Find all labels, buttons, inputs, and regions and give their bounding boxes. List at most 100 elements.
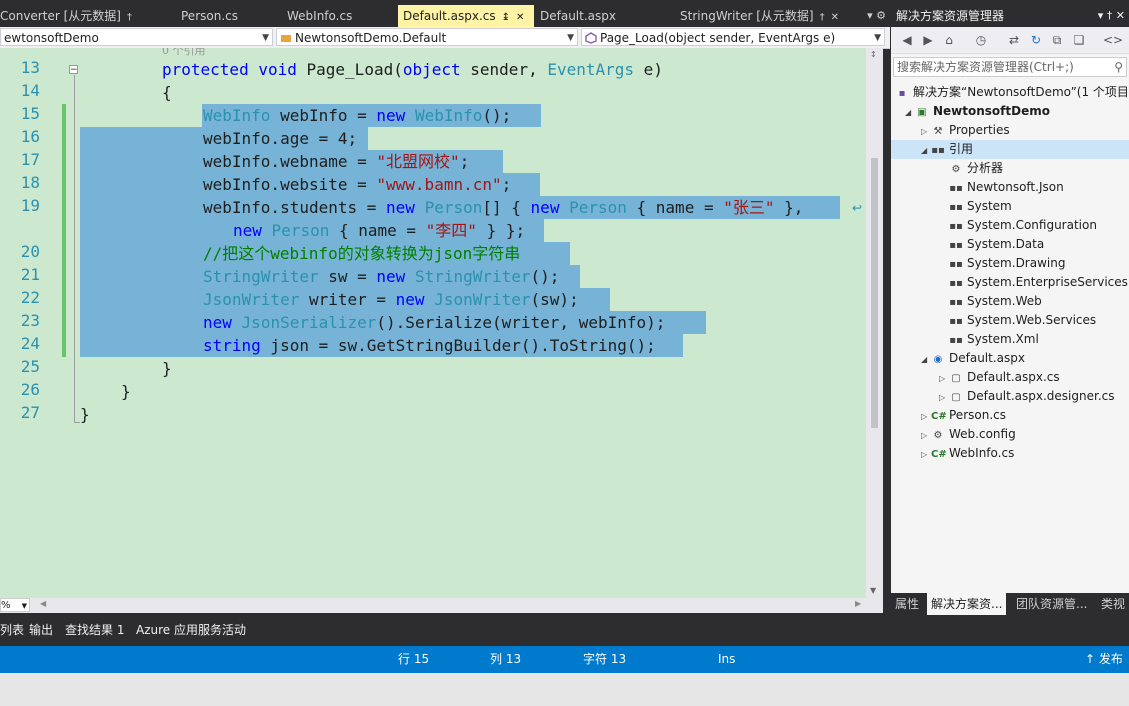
tab-solution-explorer[interactable]: 解决方案资... [927,593,1007,615]
tab-properties[interactable]: 属性 [891,593,923,615]
reference-count[interactable]: 0 个引用 [162,48,206,58]
expanded-arrow-icon[interactable]: ◢ [921,141,931,160]
class-dropdown[interactable]: NewtonsoftDemo.Default ▼ [276,28,578,46]
tree-item-default-designer[interactable]: ▷ ▢ Default.aspx.designer.cs [939,387,1115,406]
project-icon: ▣ [917,107,927,118]
solution-search-input[interactable]: 搜索解决方案资源管理器(Ctrl+;) ⚲ [893,57,1127,77]
type-name: JsonWriter [434,290,531,309]
tree-item-reference[interactable]: ▪▪ System.Data [949,235,1044,254]
expanded-arrow-icon[interactable]: ◢ [905,103,915,122]
split-icon[interactable]: ↕ [870,50,877,59]
tree-item-reference[interactable]: ▪▪ System.Configuration [949,216,1097,235]
show-all-files-icon[interactable]: ❏ [1071,32,1087,48]
pin-icon[interactable]: † [820,12,825,23]
close-icon[interactable]: ✕ [516,12,524,23]
tree-item-project[interactable]: ◢ ▣ NewtonsoftDemo [905,102,1050,121]
status-bar: 行 15 列 13 字符 13 Ins ↑ 发布 [0,646,1129,673]
sync-icon[interactable]: ⇄ [1006,32,1022,48]
collapse-icon[interactable]: − [69,65,78,75]
type-name: StringWriter [414,267,531,286]
tree-item-default-aspx[interactable]: ◢ ◉ Default.aspx [921,349,1025,368]
status-char: 字符 13 [583,652,627,666]
tree-item-reference[interactable]: ▪▪ System.Xml [949,330,1039,349]
reference-icon: ▪▪ [949,202,963,213]
collapsed-arrow-icon[interactable]: ▷ [921,426,931,445]
tab-class-view[interactable]: 类视 [1097,593,1129,615]
close-icon[interactable]: ✕ [831,12,839,23]
expanded-arrow-icon[interactable]: ◢ [921,350,931,369]
document-tab-strip: Converter [从元数据] † Person.cs WebInfo.cs D… [0,5,890,27]
vertical-scrollbar[interactable]: ↕ ▼ [866,48,883,598]
collapsed-arrow-icon[interactable]: ▷ [939,369,949,388]
pin-icon[interactable]: ↨ [502,12,510,23]
horizontal-scrollbar[interactable]: % ▼ ◀ ▶ [0,598,883,613]
web-file-icon: ◉ [933,354,943,365]
code-editor[interactable]: 0 个引用 − 13 14 15 16 17 18 19 20 21 22 23… [0,48,866,598]
tree-item-reference[interactable]: ▪▪ System [949,197,1012,216]
code-text: webInfo.webname = [203,152,377,171]
collapse-all-icon[interactable]: ⧉ [1049,32,1065,48]
refresh-icon[interactable]: ↻ [1028,32,1044,48]
tab-overflow-icon[interactable]: ▾ ⚙ [867,5,886,27]
zoom-dropdown[interactable]: % ▼ [0,598,30,612]
tree-item-references[interactable]: ◢ ▪▪ 引用 [891,140,1129,159]
scroll-left-icon[interactable]: ◀ [40,599,46,608]
tree-item-label: System.Configuration [967,218,1097,232]
reference-icon: ▪▪ [949,221,963,232]
tree-item-solution[interactable]: ▪ 解决方案“NewtonsoftDemo”(1 个项目 [895,83,1129,102]
tree-item-reference[interactable]: ▪▪ System.Drawing [949,254,1065,273]
panel-controls[interactable]: ▾ † ✕ [1098,5,1125,27]
code-text: { name = [626,198,724,217]
tree-item-web-config[interactable]: ▷ ⚙ Web.config [921,425,1016,444]
tab-team-explorer[interactable]: 团队资源管... [1012,593,1091,615]
tree-item-properties[interactable]: ▷ ⚒ Properties [921,121,1010,140]
keyword: new [376,106,406,125]
line-number: 21 [20,265,40,284]
method-name: Page_Load( [306,60,403,79]
tree-item-reference[interactable]: ▪▪ System.Web.Services [949,311,1096,330]
tree-item-webinfo-cs[interactable]: ▷ C# WebInfo.cs [921,444,1014,463]
scroll-down-icon[interactable]: ▼ [870,586,876,595]
scroll-right-icon[interactable]: ▶ [855,599,861,608]
tree-item-label: 解决方案“NewtonsoftDemo”(1 个项目 [913,85,1129,99]
tab-default-aspx[interactable]: Default.aspx [540,5,640,27]
code-line-22: JsonWriter writer = new JsonWriter(sw); [203,288,579,311]
tree-item-analyzer[interactable]: ⚙ 分析器 [949,159,1004,178]
collapsed-arrow-icon[interactable]: ▷ [921,445,931,464]
search-placeholder: 搜索解决方案资源管理器(Ctrl+;) [897,60,1074,74]
tree-item-label: Default.aspx.designer.cs [967,389,1115,403]
keyword: protected [162,60,249,79]
tab-person-cs[interactable]: Person.cs [181,5,261,27]
project-dropdown[interactable]: ewtonsoftDemo ▼ [0,28,273,46]
collapsed-arrow-icon[interactable]: ▷ [921,122,931,141]
tree-item-reference[interactable]: ▪▪ System.Web [949,292,1042,311]
tab-azure-activity[interactable]: Azure 应用服务活动 [136,619,246,641]
tab-converter[interactable]: Converter [从元数据] † [0,5,150,27]
forward-icon[interactable]: ▶ [920,32,936,48]
tab-webinfo-cs[interactable]: WebInfo.cs [287,5,387,27]
tab-label: Default.aspx [540,9,616,23]
tab-error-list[interactable]: 列表 [0,619,24,641]
search-icon[interactable]: ⚲ [1114,58,1123,76]
tree-item-label: System.Web.Services [967,313,1097,327]
tree-item-label: 引用 [949,142,974,156]
tab-find-results[interactable]: 查找结果 1 [65,619,124,641]
history-icon[interactable]: ◷ [973,32,989,48]
home-icon[interactable]: ⌂ [941,32,957,48]
tree-item-person-cs[interactable]: ▷ C# Person.cs [921,406,1006,425]
analyzer-icon: ⚙ [951,164,961,175]
tree-item-reference[interactable]: ▪▪ System.EnterpriseServices [949,273,1128,292]
tab-stringwriter[interactable]: StringWriter [从元数据] † ✕ [680,5,870,27]
publish-button[interactable]: ↑ 发布 [1085,646,1123,673]
scrollbar-thumb[interactable] [871,158,878,428]
tab-default-aspx-cs[interactable]: Default.aspx.cs ↨ ✕ [398,5,534,27]
pin-icon[interactable]: † [127,12,132,23]
back-icon[interactable]: ◀ [899,32,915,48]
code-view-icon[interactable]: <> [1103,32,1123,48]
tab-output[interactable]: 输出 [29,619,53,641]
member-dropdown[interactable]: Page_Load(object sender, EventArgs e) ▼ [581,28,885,46]
collapsed-arrow-icon[interactable]: ▷ [939,388,949,407]
tree-item-default-aspx-cs[interactable]: ▷ ▢ Default.aspx.cs [939,368,1060,387]
tree-item-reference[interactable]: ▪▪ Newtonsoft.Json [949,178,1063,197]
collapsed-arrow-icon[interactable]: ▷ [921,407,931,426]
